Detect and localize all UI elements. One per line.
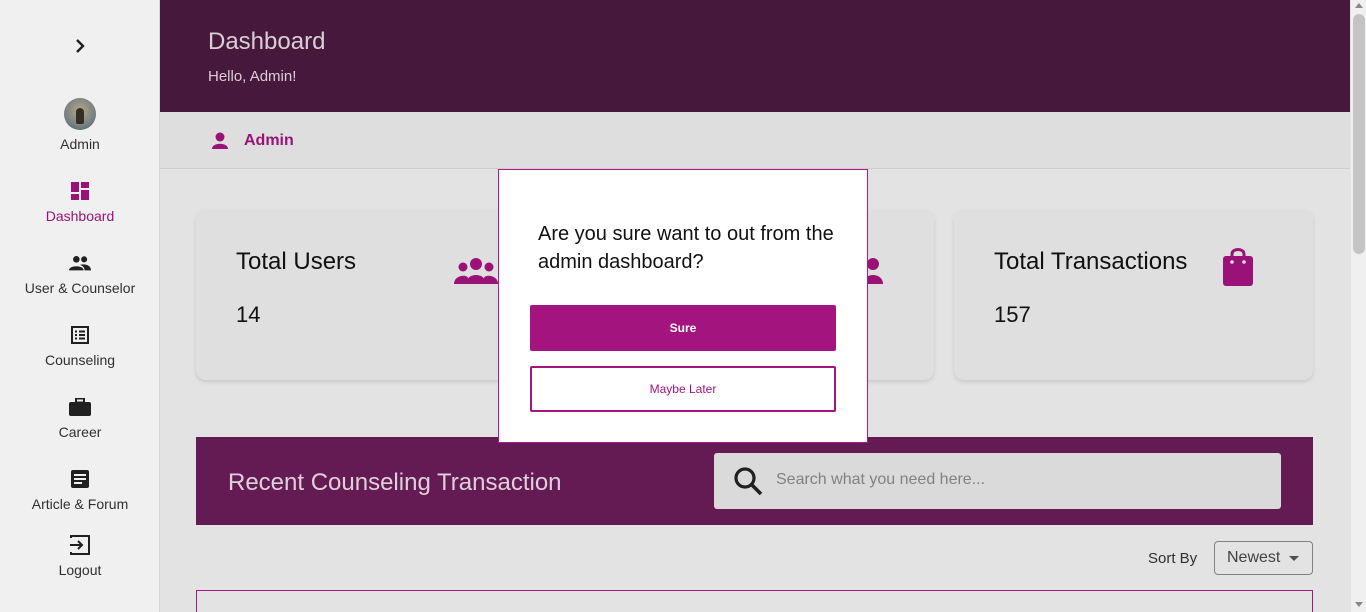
- maybe-later-button[interactable]: Maybe Later: [530, 366, 836, 412]
- dialog-message: Are you sure want to out from the admin …: [538, 223, 834, 273]
- logout-confirm-dialog: Are you sure want to out from the admin …: [498, 169, 868, 443]
- page-scrollbar[interactable]: [1350, 0, 1366, 612]
- sure-button[interactable]: Sure: [530, 305, 836, 351]
- scroll-down-arrow-icon[interactable]: [1355, 602, 1363, 607]
- scrollbar-thumb[interactable]: [1353, 14, 1365, 254]
- scroll-up-arrow-icon[interactable]: [1355, 3, 1363, 8]
